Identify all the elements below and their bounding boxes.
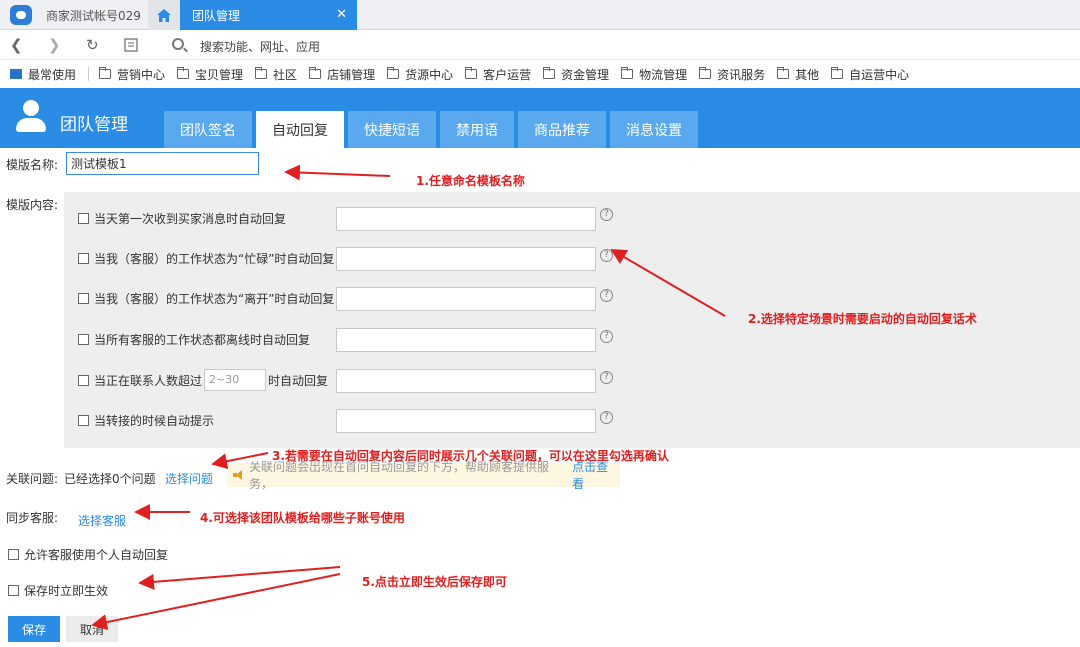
annotation-1: 1.任意命名模板名称	[416, 172, 525, 189]
annotation-2: 2.选择特定场景时需要启动的自动回复话术	[748, 310, 977, 327]
annotation-5: 5.点击立即生效后保存即可	[362, 573, 507, 590]
annotation-4: 4.可选择该团队模板给哪些子账号使用	[200, 509, 405, 526]
annotation-3: 3.若需要在自动回复内容后同时展示几个关联问题，可以在这里勾选再确认	[272, 447, 669, 464]
